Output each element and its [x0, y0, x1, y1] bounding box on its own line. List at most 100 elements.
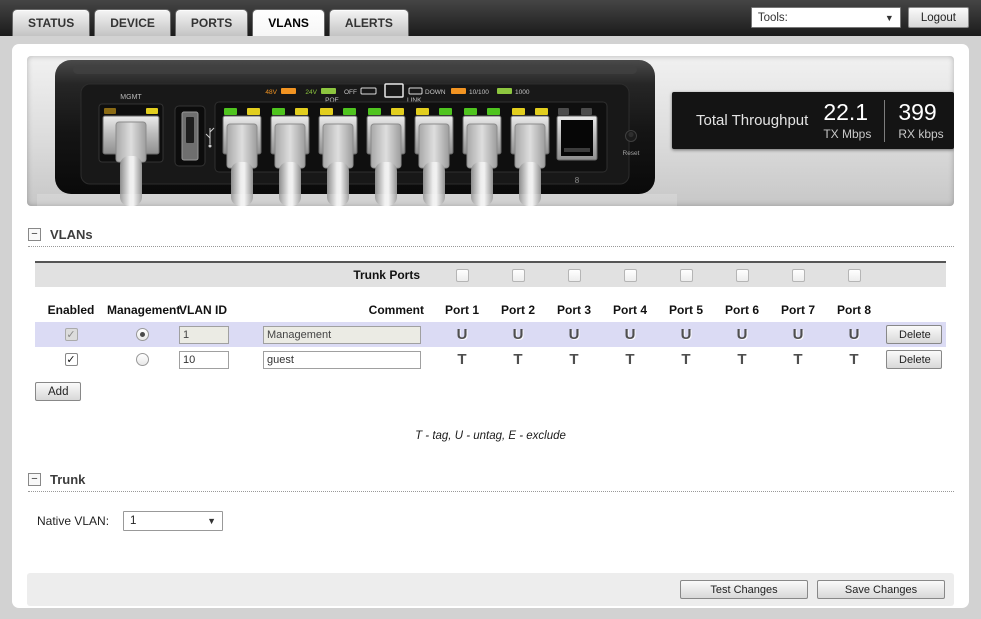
collapse-icon[interactable]: − — [28, 228, 41, 241]
svg-text:24V: 24V — [305, 89, 317, 96]
trunk-ports-label: Trunk Ports — [35, 268, 434, 282]
trunk-port-1-checkbox[interactable] — [456, 269, 469, 282]
throughput-box: Total Throughput 22.1 TX Mbps 399 RX kbp… — [672, 92, 954, 149]
col-header-port-4: Port 4 — [602, 303, 658, 317]
svg-text:48V: 48V — [265, 89, 277, 96]
management-radio[interactable] — [136, 328, 149, 341]
test-changes-button[interactable]: Test Changes — [680, 580, 808, 599]
col-header-port-3: Port 3 — [546, 303, 602, 317]
port-4-mode[interactable]: U — [602, 326, 658, 343]
tab-vlans[interactable]: VLANS — [252, 9, 325, 36]
tools-dropdown[interactable]: Tools: ▼ — [751, 7, 901, 28]
col-header-management: Management — [107, 303, 177, 317]
port-2-mode[interactable]: U — [490, 326, 546, 343]
port-3-mode[interactable]: U — [546, 326, 602, 343]
rx-throughput: 399 RX kbps — [898, 101, 943, 141]
dropdown-arrow-icon: ▼ — [207, 516, 216, 526]
port-3-mode[interactable]: T — [546, 351, 602, 368]
tab-status[interactable]: STATUS — [12, 9, 90, 36]
save-changes-button[interactable]: Save Changes — [817, 580, 945, 599]
port-6-mode[interactable]: T — [714, 351, 770, 368]
svg-text:10/100: 10/100 — [469, 89, 489, 96]
col-header-port-1: Port 1 — [434, 303, 490, 317]
comment-input[interactable] — [263, 326, 421, 344]
rx-unit: RX kbps — [898, 127, 943, 141]
tab-strip: STATUS DEVICE PORTS VLANS ALERTS — [12, 9, 409, 36]
dropdown-arrow-icon: ▼ — [885, 13, 894, 23]
trunk-port-8-checkbox[interactable] — [848, 269, 861, 282]
rx-value: 399 — [898, 101, 943, 124]
tx-throughput: 22.1 TX Mbps — [823, 101, 871, 141]
throughput-divider — [884, 100, 885, 142]
svg-text:8: 8 — [575, 176, 580, 185]
top-bar: STATUS DEVICE PORTS VLANS ALERTS Tools: … — [0, 0, 981, 36]
trunk-port-4-checkbox[interactable] — [624, 269, 637, 282]
vlan-id-input[interactable] — [179, 351, 229, 369]
port-8-mode[interactable]: T — [826, 351, 882, 368]
tools-dropdown-label: Tools: — [758, 12, 788, 24]
tx-value: 22.1 — [823, 101, 871, 124]
vlan-row-1: ✓ U U U U U U U U Delete — [35, 322, 946, 347]
port-4-mode[interactable]: T — [602, 351, 658, 368]
logout-button[interactable]: Logout — [908, 7, 969, 28]
trunk-port-6-checkbox[interactable] — [736, 269, 749, 282]
delete-button[interactable]: Delete — [886, 325, 942, 344]
tx-unit: TX Mbps — [823, 127, 871, 141]
col-header-port-7: Port 7 — [770, 303, 826, 317]
port-8-mode[interactable]: U — [826, 326, 882, 343]
tab-ports[interactable]: PORTS — [175, 9, 248, 36]
port-7-mode[interactable]: U — [770, 326, 826, 343]
vlan-id-input[interactable] — [179, 326, 229, 344]
comment-input[interactable] — [263, 351, 421, 369]
port-7-mode[interactable]: T — [770, 351, 826, 368]
port-2-mode[interactable]: T — [490, 351, 546, 368]
vlans-table: Trunk Ports Enabled Management VLAN ID C… — [35, 261, 946, 372]
trunk-port-3-checkbox[interactable] — [568, 269, 581, 282]
col-header-port-6: Port 6 — [714, 303, 770, 317]
vlan-row-2: ✓ T T T T T T T T Delete — [35, 347, 946, 372]
tab-device[interactable]: DEVICE — [94, 9, 171, 36]
vlans-section-title: VLANs — [50, 227, 93, 242]
col-header-comment: Comment — [263, 303, 434, 317]
trunk-port-5-checkbox[interactable] — [680, 269, 693, 282]
port-1-mode[interactable]: T — [434, 351, 490, 368]
port-5-mode[interactable]: U — [658, 326, 714, 343]
svg-text:Reset: Reset — [623, 150, 640, 157]
enabled-checkbox[interactable]: ✓ — [65, 328, 78, 341]
col-header-port-8: Port 8 — [826, 303, 882, 317]
vlans-section-header: − VLANs — [28, 227, 954, 247]
native-vlan-label: Native VLAN: — [37, 514, 109, 528]
native-vlan-row: Native VLAN: 1 ▼ — [37, 511, 954, 531]
add-vlan-button[interactable]: Add — [35, 382, 81, 401]
port-5-mode[interactable]: T — [658, 351, 714, 368]
table-header-row: Enabled Management VLAN ID Comment Port … — [35, 298, 946, 322]
col-header-enabled: Enabled — [35, 303, 107, 317]
svg-text:MGMT: MGMT — [120, 94, 142, 101]
collapse-icon[interactable]: − — [28, 473, 41, 486]
trunk-port-2-checkbox[interactable] — [512, 269, 525, 282]
delete-button[interactable]: Delete — [886, 350, 942, 369]
svg-text:OFF: OFF — [344, 89, 357, 96]
trunk-ports-row: Trunk Ports — [35, 261, 946, 287]
port-6-mode[interactable]: U — [714, 326, 770, 343]
col-header-port-2: Port 2 — [490, 303, 546, 317]
device-banner: MGMT 48V 2 — [27, 56, 954, 206]
enabled-checkbox[interactable]: ✓ — [65, 353, 78, 366]
main-panel: MGMT 48V 2 — [12, 44, 969, 608]
actions-bar: Test Changes Save Changes — [27, 573, 954, 606]
col-header-vlan-id: VLAN ID — [177, 303, 263, 317]
trunk-port-7-checkbox[interactable] — [792, 269, 805, 282]
reflection — [37, 194, 677, 206]
tag-legend-note: T - tag, U - untag, E - exclude — [27, 430, 954, 442]
col-header-port-5: Port 5 — [658, 303, 714, 317]
native-vlan-value: 1 — [130, 515, 136, 527]
svg-text:1000: 1000 — [515, 89, 530, 96]
port-1-mode[interactable]: U — [434, 326, 490, 343]
throughput-title: Total Throughput — [696, 112, 808, 129]
trunk-section-header: − Trunk — [28, 472, 954, 492]
tab-alerts[interactable]: ALERTS — [329, 9, 409, 36]
trunk-section-title: Trunk — [50, 472, 85, 487]
native-vlan-select[interactable]: 1 ▼ — [123, 511, 223, 531]
management-radio[interactable] — [136, 353, 149, 366]
svg-text:DOWN: DOWN — [425, 89, 446, 96]
